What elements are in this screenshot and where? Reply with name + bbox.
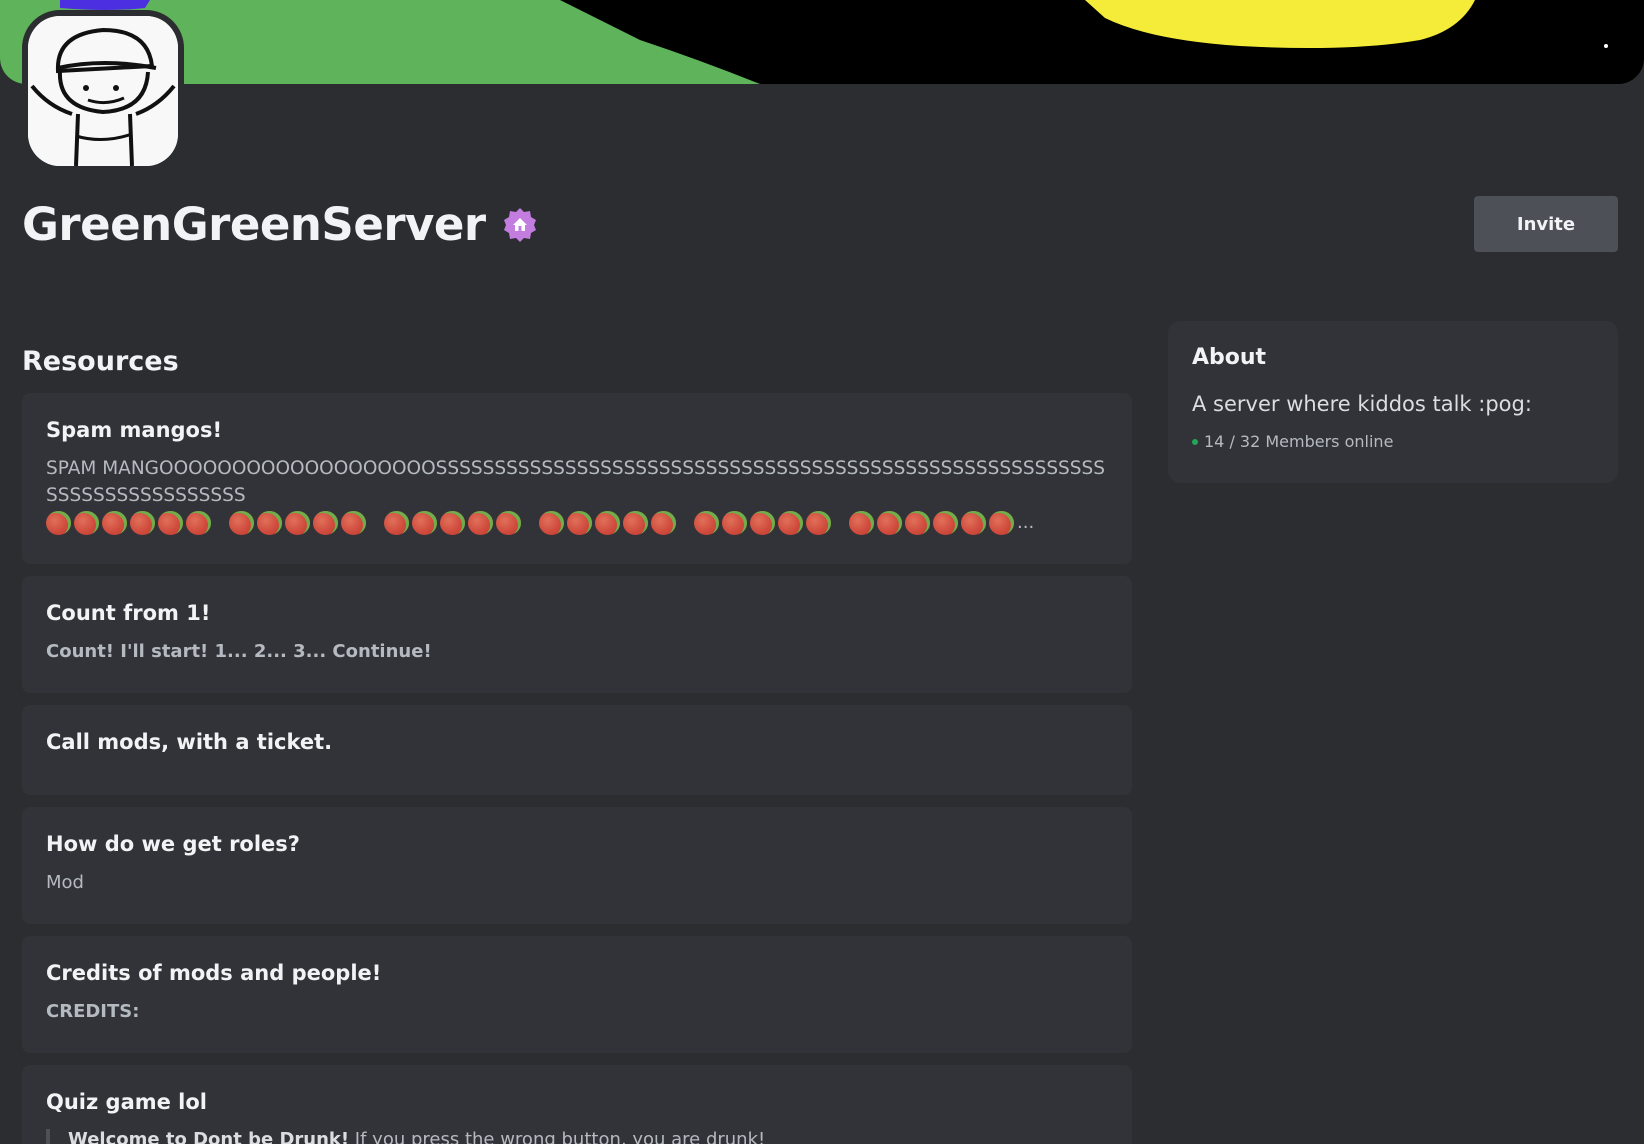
server-banner	[0, 0, 1644, 84]
spam-text: SPAM MANGOOOOOOOOOOOOOOOOOOOSSSSSSSSSSSS…	[46, 458, 1106, 506]
quote-text: If you press the wrong button, you are d…	[349, 1129, 766, 1144]
mango-icon	[933, 510, 958, 535]
resource-description: CREDITS:	[46, 1001, 140, 1022]
resource-card-credits[interactable]: Credits of mods and people! CREDITS:	[22, 936, 1132, 1053]
mango-icon	[989, 510, 1014, 535]
mango-icon	[778, 510, 803, 535]
invite-button[interactable]: Invite	[1474, 196, 1618, 252]
mango-icon	[496, 510, 521, 535]
resource-title: Quiz game lol	[46, 1090, 207, 1114]
resource-title: Credits of mods and people!	[46, 961, 382, 985]
server-icon	[22, 10, 184, 172]
resource-quote: Welcome to Dont be Drunk! If you press t…	[46, 1129, 1108, 1144]
resource-list: Spam mangos! SPAM MANGOOOOOOOOOOOOOOOOOO…	[22, 393, 1132, 1144]
mango-icon	[74, 510, 99, 535]
mango-icon	[651, 510, 676, 535]
mango-icon	[158, 510, 183, 535]
mango-icon	[440, 510, 465, 535]
members-online: 14 / 32 Members online	[1192, 432, 1594, 451]
server-header: GreenGreenServer	[22, 198, 538, 251]
resource-card-spam-mangos[interactable]: Spam mangos! SPAM MANGOOOOOOOOOOOOOOOOOO…	[22, 393, 1132, 564]
mango-icon	[623, 510, 648, 535]
mango-icon	[384, 510, 409, 535]
mango-icon	[750, 510, 775, 535]
resources-heading: Resources	[22, 346, 179, 377]
resource-description: Mod	[46, 872, 84, 893]
resource-card-quiz[interactable]: Quiz game lol Welcome to Dont be Drunk! …	[22, 1065, 1132, 1144]
about-description: A server where kiddos talk :pog:	[1192, 392, 1532, 416]
mango-icon	[285, 510, 310, 535]
members-online-text: 14 / 32 Members online	[1204, 432, 1394, 451]
mango-icon	[468, 510, 493, 535]
resource-card-count[interactable]: Count from 1! Count! I'll start! 1... 2.…	[22, 576, 1132, 693]
resource-title: Call mods, with a ticket.	[46, 730, 333, 754]
mango-emoji-row: ...	[46, 509, 1108, 536]
mango-icon	[412, 510, 437, 535]
mango-icon	[961, 510, 986, 535]
mango-icon	[257, 510, 282, 535]
truncation-ellipsis: ...	[1017, 512, 1035, 533]
online-dot-icon	[1192, 438, 1198, 445]
mango-icon	[694, 510, 719, 535]
mango-icon	[567, 510, 592, 535]
mango-icon	[186, 510, 211, 535]
resource-card-call-mods[interactable]: Call mods, with a ticket.	[22, 705, 1132, 795]
resource-title: Spam mangos!	[46, 418, 223, 442]
mango-icon	[46, 510, 71, 535]
resource-title: Count from 1!	[46, 601, 211, 625]
mango-icon	[130, 510, 155, 535]
mango-icon	[539, 510, 564, 535]
community-badge-icon	[502, 207, 538, 243]
about-panel: About A server where kiddos talk :pog: 1…	[1168, 321, 1618, 483]
mango-icon	[806, 510, 831, 535]
mango-icon	[877, 510, 902, 535]
mango-icon	[722, 510, 747, 535]
about-title: About	[1192, 345, 1267, 370]
mango-icon	[313, 510, 338, 535]
mango-icon	[229, 510, 254, 535]
mango-icon	[905, 510, 930, 535]
mango-icon	[849, 510, 874, 535]
quote-bold-text: Welcome to Dont be Drunk!	[68, 1129, 350, 1144]
server-name: GreenGreenServer	[22, 198, 486, 251]
mango-icon	[102, 510, 127, 535]
resource-card-roles[interactable]: How do we get roles? Mod	[22, 807, 1132, 924]
resource-title: How do we get roles?	[46, 832, 300, 856]
mango-icon	[341, 510, 366, 535]
mango-icon	[595, 510, 620, 535]
resource-description: SPAM MANGOOOOOOOOOOOOOOOOOOOSSSSSSSSSSSS…	[46, 455, 1108, 536]
resource-description: Count! I'll start! 1... 2... 3... Contin…	[46, 641, 432, 662]
